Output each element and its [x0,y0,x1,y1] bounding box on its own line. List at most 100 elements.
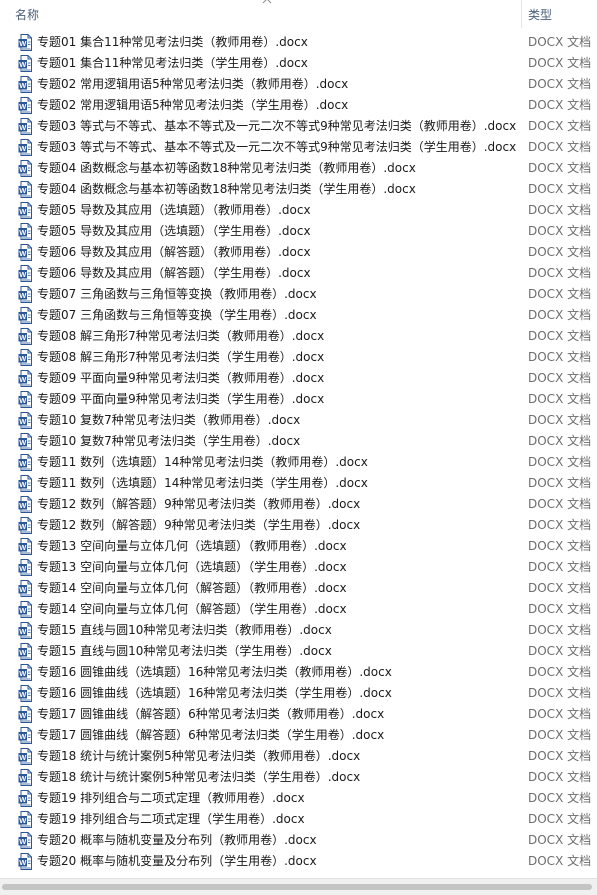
file-row[interactable]: W 专题10 复数7种常见考法归类（学生用卷）.docx DOCX 文档 [0,431,597,452]
file-type: DOCX 文档 [528,203,592,217]
file-row[interactable]: W 专题13 空间向量与立体几何（选填题）（学生用卷）.docx DOCX 文档 [0,557,597,578]
file-name: 专题20 概率与随机变量及分布列（学生用卷）.docx [37,854,317,868]
file-row[interactable]: W 专题01 集合11种常见考法归类（教师用卷）.docx DOCX 文档 [0,32,597,53]
file-name: 专题18 统计与统计案例5种常见考法归类（教师用卷）.docx [37,749,361,763]
svg-text:W: W [19,396,27,405]
type-column-header[interactable]: 类型 [522,0,597,28]
file-type: DOCX 文档 [528,686,592,700]
file-row[interactable]: W 专题16 圆锥曲线（选填题）16种常见考法归类（学生用卷）.docx DOC… [0,683,597,704]
file-row[interactable]: W 专题20 概率与随机变量及分布列（教师用卷）.docx DOCX 文档 [0,830,597,851]
file-name: 专题06 导数及其应用（解答题）（学生用卷）.docx [37,266,311,280]
file-row[interactable]: W 专题09 平面向量9种常见考法归类（学生用卷）.docx DOCX 文档 [0,389,597,410]
word-docx-icon: W [18,538,32,555]
word-docx-icon: W [18,76,32,93]
file-row[interactable]: W 专题10 复数7种常见考法归类（教师用卷）.docx DOCX 文档 [0,410,597,431]
file-type: DOCX 文档 [528,602,592,616]
word-docx-icon: W [18,181,32,198]
file-row[interactable]: W 专题20 概率与随机变量及分布列（学生用卷）.docx DOCX 文档 [0,851,597,872]
file-row[interactable]: W 专题06 导数及其应用（解答题）（学生用卷）.docx DOCX 文档 [0,263,597,284]
file-row[interactable]: W 专题18 统计与统计案例5种常见考法归类（学生用卷）.docx DOCX 文… [0,767,597,788]
svg-text:W: W [19,564,27,573]
file-row[interactable]: W 专题08 解三角形7种常见考法归类（教师用卷）.docx DOCX 文档 [0,326,597,347]
file-row[interactable]: W 专题02 常用逻辑用语5种常见考法归类（教师用卷）.docx DOCX 文档 [0,74,597,95]
word-docx-icon: W [18,454,32,471]
file-row[interactable]: W 专题02 常用逻辑用语5种常见考法归类（学生用卷）.docx DOCX 文档 [0,95,597,116]
scrollbar-thumb[interactable] [2,884,592,890]
file-explorer: 名称 类型 W 专题01 集合11种常见考法归类（教师用卷）.docx DOCX… [0,0,597,895]
file-type: DOCX 文档 [528,497,592,511]
file-row[interactable]: W 专题18 统计与统计案例5种常见考法归类（教师用卷）.docx DOCX 文… [0,746,597,767]
file-row[interactable]: W 专题03 等式与不等式、基本不等式及一元二次不等式9种常见考法归类（教师用卷… [0,116,597,137]
svg-text:W: W [19,375,27,384]
horizontal-scrollbar[interactable] [0,878,597,895]
file-row[interactable]: W 专题08 解三角形7种常见考法归类（学生用卷）.docx DOCX 文档 [0,347,597,368]
file-name: 专题10 复数7种常见考法归类（学生用卷）.docx [37,434,301,448]
word-docx-icon: W [18,391,32,408]
file-type: DOCX 文档 [528,413,592,427]
file-type: DOCX 文档 [528,371,592,385]
svg-text:W: W [19,648,27,657]
file-name: 专题08 解三角形7种常见考法归类（学生用卷）.docx [37,350,325,364]
file-type: DOCX 文档 [528,434,592,448]
file-row[interactable]: W 专题15 直线与圆10种常见考法归类（教师用卷）.docx DOCX 文档 [0,620,597,641]
file-name: 专题05 导数及其应用（选填题）（教师用卷）.docx [37,203,311,217]
word-docx-icon: W [18,244,32,261]
word-docx-icon: W [18,307,32,324]
file-row[interactable]: W 专题05 导数及其应用（选填题）（教师用卷）.docx DOCX 文档 [0,200,597,221]
file-name: 专题17 圆锥曲线（解答题）6种常见考法归类（教师用卷）.docx [37,707,385,721]
file-row[interactable]: W 专题04 函数概念与基本初等函数18种常见考法归类（教师用卷）.docx D… [0,158,597,179]
file-row[interactable]: W 专题09 平面向量9种常见考法归类（教师用卷）.docx DOCX 文档 [0,368,597,389]
file-type: DOCX 文档 [528,245,592,259]
file-row[interactable]: W 专题16 圆锥曲线（选填题）16种常见考法归类（教师用卷）.docx DOC… [0,662,597,683]
word-docx-icon: W [18,496,32,513]
svg-text:W: W [19,837,27,846]
file-row[interactable]: W 专题05 导数及其应用（选填题）（学生用卷）.docx DOCX 文档 [0,221,597,242]
file-row[interactable]: W 专题13 空间向量与立体几何（选填题）（教师用卷）.docx DOCX 文档 [0,536,597,557]
file-row[interactable]: W 专题01 集合11种常见考法归类（学生用卷）.docx DOCX 文档 [0,53,597,74]
file-name: 专题03 等式与不等式、基本不等式及一元二次不等式9种常见考法归类（教师用卷）.… [37,119,517,133]
file-type: DOCX 文档 [528,455,592,469]
svg-text:W: W [19,522,27,531]
file-row[interactable]: W 专题06 导数及其应用（解答题）（教师用卷）.docx DOCX 文档 [0,242,597,263]
file-row[interactable]: W 专题12 数列（解答题）9种常见考法归类（教师用卷）.docx DOCX 文… [0,494,597,515]
file-row[interactable]: W 专题19 排列组合与二项式定理（教师用卷）.docx DOCX 文档 [0,788,597,809]
file-list: W 专题01 集合11种常见考法归类（教师用卷）.docx DOCX 文档 W … [0,32,597,872]
word-docx-icon: W [18,643,32,660]
svg-text:W: W [19,795,27,804]
file-row[interactable]: W 专题19 排列组合与二项式定理（学生用卷）.docx DOCX 文档 [0,809,597,830]
file-name: 专题18 统计与统计案例5种常见考法归类（学生用卷）.docx [37,770,361,784]
word-docx-icon: W [18,769,32,786]
file-row[interactable]: W 专题17 圆锥曲线（解答题）6种常见考法归类（学生用卷）.docx DOCX… [0,725,597,746]
file-row[interactable]: W 专题07 三角函数与三角恒等变换（学生用卷）.docx DOCX 文档 [0,305,597,326]
word-docx-icon: W [18,853,32,870]
file-name: 专题11 数列（选填题）14种常见考法归类（教师用卷）.docx [37,455,368,469]
file-row[interactable]: W 专题15 直线与圆10种常见考法归类（学生用卷）.docx DOCX 文档 [0,641,597,662]
svg-text:W: W [19,627,27,636]
file-row[interactable]: W 专题11 数列（选填题）14种常见考法归类（教师用卷）.docx DOCX … [0,452,597,473]
file-type: DOCX 文档 [528,560,592,574]
file-row[interactable]: W 专题04 函数概念与基本初等函数18种常见考法归类（学生用卷）.docx D… [0,179,597,200]
file-row[interactable]: W 专题11 数列（选填题）14种常见考法归类（学生用卷）.docx DOCX … [0,473,597,494]
file-row[interactable]: W 专题14 空间向量与立体几何（解答题）（教师用卷）.docx DOCX 文档 [0,578,597,599]
file-row[interactable]: W 专题17 圆锥曲线（解答题）6种常见考法归类（教师用卷）.docx DOCX… [0,704,597,725]
file-row[interactable]: W 专题07 三角函数与三角恒等变换（教师用卷）.docx DOCX 文档 [0,284,597,305]
file-type: DOCX 文档 [528,539,592,553]
file-type: DOCX 文档 [528,749,592,763]
svg-text:W: W [19,459,27,468]
name-column-header[interactable]: 名称 [0,0,520,28]
file-row[interactable]: W 专题14 空间向量与立体几何（解答题）（学生用卷）.docx DOCX 文档 [0,599,597,620]
file-name: 专题09 平面向量9种常见考法归类（学生用卷）.docx [37,392,325,406]
file-row[interactable]: W 专题12 数列（解答题）9种常见考法归类（学生用卷）.docx DOCX 文… [0,515,597,536]
word-docx-icon: W [18,832,32,849]
file-type: DOCX 文档 [528,266,592,280]
word-docx-icon: W [18,811,32,828]
svg-text:W: W [19,753,27,762]
svg-text:W: W [19,312,27,321]
word-docx-icon: W [18,559,32,576]
file-name: 专题07 三角函数与三角恒等变换（教师用卷）.docx [37,287,317,301]
word-docx-icon: W [18,580,32,597]
file-row[interactable]: W 专题03 等式与不等式、基本不等式及一元二次不等式9种常见考法归类（学生用卷… [0,137,597,158]
word-docx-icon: W [18,412,32,429]
file-type: DOCX 文档 [528,476,592,490]
file-type: DOCX 文档 [528,98,592,112]
